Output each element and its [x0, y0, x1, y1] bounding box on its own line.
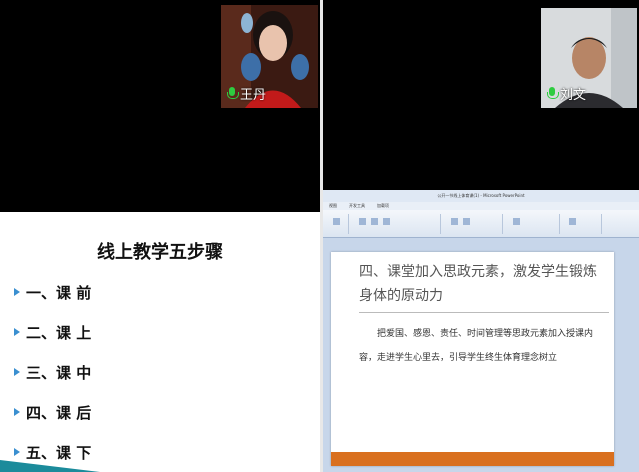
ppt-heading-rule: [359, 312, 609, 313]
ppt-slide-heading: 四、课堂加入思政元素，激发学生锻炼身体的原动力: [359, 264, 597, 304]
participant-2-name-tag: 刘文: [547, 84, 586, 103]
paste-icon[interactable]: [333, 218, 340, 225]
participant-1-name: 王丹: [240, 88, 267, 103]
numbering-icon[interactable]: [463, 218, 470, 225]
step-label: 三、课 中: [26, 363, 92, 382]
ribbon-group-editing: [562, 214, 602, 234]
ppt-tab-developer[interactable]: 开发工具: [349, 202, 365, 210]
microphone-icon: [227, 86, 239, 101]
powerpoint-window[interactable]: 公开一节线上体育课(1) - Microsoft PowerPoint 视图 开…: [323, 190, 639, 472]
find-icon[interactable]: [569, 218, 576, 225]
video-tile-participant-2[interactable]: 刘文: [541, 8, 637, 108]
bullets-icon[interactable]: [451, 218, 458, 225]
ppt-tab-addins[interactable]: 加载项: [377, 202, 389, 210]
slide-title: 线上教学五步骤: [97, 242, 223, 263]
bold-icon[interactable]: [359, 218, 366, 225]
step-label: 二、课 上: [26, 323, 92, 342]
participant-1-name-tag: 王丹: [227, 84, 266, 103]
underline-icon[interactable]: [383, 218, 390, 225]
italic-icon[interactable]: [371, 218, 378, 225]
step-label: 一、课 前: [26, 283, 92, 302]
slide-decoration: [0, 460, 100, 472]
bullet-arrow-icon: [14, 448, 20, 456]
microphone-icon: [547, 86, 559, 101]
ppt-slide-body: 把爱国、感恩、责任、时间管理等思政元素加入授课内容，走进学生心里去，引导学生终生…: [359, 329, 594, 363]
ppt-editing-area: 四、课堂加入思政元素，激发学生锻炼身体的原动力 把爱国、感恩、责任、时间管理等思…: [323, 238, 639, 472]
ppt-slide-footer-bar: [331, 452, 614, 466]
ppt-ribbon-tabs: 视图 开发工具 加载项: [323, 202, 639, 210]
step-item: 三、课 中: [14, 352, 91, 392]
ppt-ribbon: [323, 210, 639, 238]
step-item: 一、课 前: [14, 272, 91, 312]
bullet-arrow-icon: [14, 328, 20, 336]
meeting-screen: 线上教学五步骤 一、课 前 二、课 上 三、课 中 四、课 后 五、课 下 公开…: [0, 0, 639, 472]
shared-slide-left: 线上教学五步骤 一、课 前 二、课 上 三、课 中 四、课 后 五、课 下: [0, 212, 320, 472]
bullet-arrow-icon: [14, 408, 20, 416]
shapes-icon[interactable]: [513, 218, 520, 225]
ppt-tab-view[interactable]: 视图: [329, 202, 337, 210]
ppt-title-bar: 公开一节线上体育课(1) - Microsoft PowerPoint: [323, 190, 639, 202]
ppt-slide[interactable]: 四、课堂加入思政元素，激发学生锻炼身体的原动力 把爱国、感恩、责任、时间管理等思…: [331, 252, 614, 466]
step-item: 二、课 上: [14, 312, 91, 352]
participant-2-name: 刘文: [560, 88, 587, 103]
video-tile-participant-1[interactable]: 王丹: [221, 5, 318, 108]
step-list: 一、课 前 二、课 上 三、课 中 四、课 后 五、课 下: [14, 272, 91, 472]
step-label: 四、课 后: [26, 403, 92, 422]
step-item: 四、课 后: [14, 392, 91, 432]
bullet-arrow-icon: [14, 288, 20, 296]
bullet-arrow-icon: [14, 368, 20, 376]
